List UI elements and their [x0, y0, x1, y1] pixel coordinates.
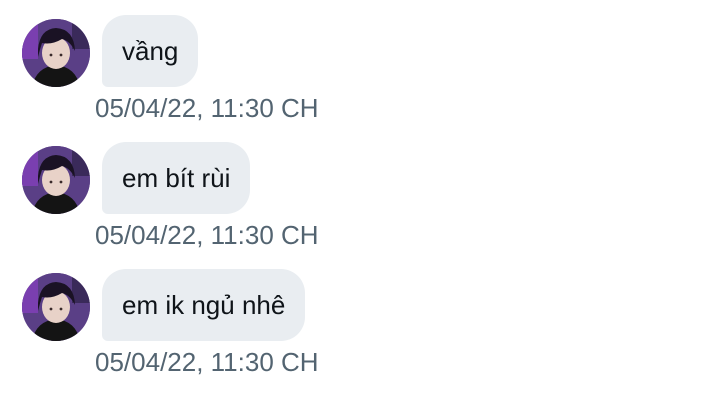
message-bubble[interactable]: vầng [102, 15, 199, 87]
user-avatar-icon[interactable] [22, 273, 90, 341]
message-bubble[interactable]: em ik ngủ nhê [102, 269, 306, 341]
message-timestamp: 05/04/22, 11:30 CH [95, 347, 319, 377]
message-timestamp: 05/04/22, 11:30 CH [95, 93, 319, 123]
message-timestamp: 05/04/22, 11:30 CH [95, 220, 319, 250]
avatar-image [22, 273, 90, 341]
avatar-image [22, 19, 90, 87]
message-bubble[interactable]: em bít rùi [102, 142, 251, 214]
user-avatar-icon[interactable] [22, 19, 90, 87]
avatar-image [22, 146, 90, 214]
user-avatar-icon[interactable] [22, 146, 90, 214]
